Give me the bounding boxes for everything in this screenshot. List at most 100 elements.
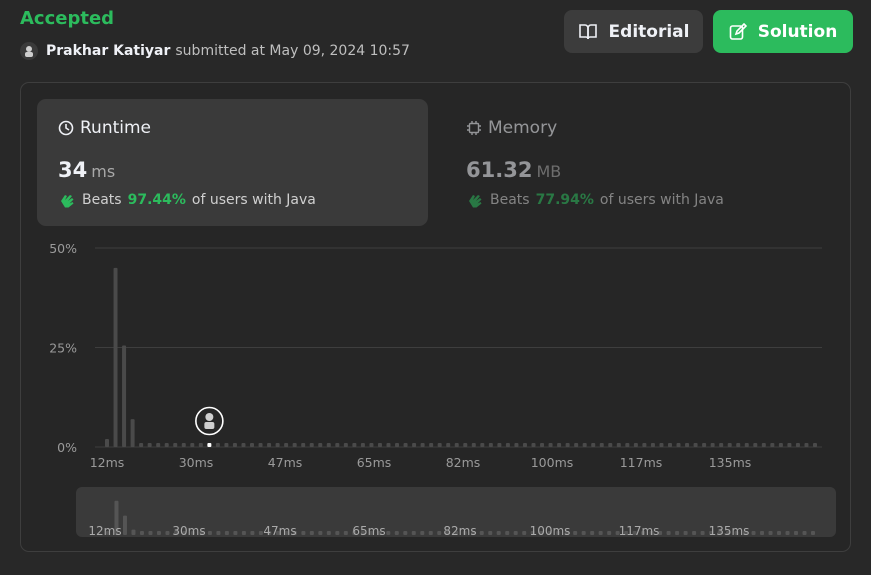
mini-bar [207,531,212,535]
chart-bar [804,443,809,447]
mini-bar [505,531,510,535]
chart-bar [633,443,638,447]
chart-bar [181,443,186,447]
mini-bar [148,531,153,535]
chart-bar [727,443,732,447]
mini-x-tick-label: 30ms [172,524,205,537]
chart-bar [625,443,630,447]
chart-bar [480,443,485,447]
x-tick-label: 135ms [709,455,752,470]
chart-bar [173,443,178,447]
chart-bar [412,443,417,447]
chart-bar [761,443,766,447]
chart-bar [156,443,161,447]
mini-bar [700,531,705,535]
mini-bar [751,531,756,535]
chart-bar [420,443,425,447]
mini-bar [581,531,586,535]
chart-bar [582,443,587,447]
marker-avatar-head [205,413,214,421]
chart-bar [139,443,144,447]
chart-bar [318,443,323,447]
mini-bar [250,531,255,535]
chart-bar [224,443,229,447]
mini-bar [573,531,578,535]
y-tick-label: 50% [49,241,77,256]
mini-bar [241,531,246,535]
chart-bar [326,443,331,447]
chart-bar [497,443,502,447]
chart-bar [650,443,655,447]
chart-bar [360,443,365,447]
y-tick-label: 0% [57,440,77,455]
chart-bar [113,267,118,447]
chart-bar [105,439,109,447]
mini-x-tick-label: 135ms [709,524,750,537]
mini-bar [403,531,408,535]
mini-bar [318,531,323,535]
chart-bar [301,443,306,447]
marker-avatar-body [204,422,215,429]
chart-bar [429,443,434,447]
chart-bar [787,443,792,447]
chart-bar [292,443,297,447]
x-tick-label: 117ms [620,455,663,470]
x-tick-label: 47ms [268,455,303,470]
range-selector[interactable]: 12ms 30ms 47ms 65ms 82ms 100ms 117ms 135ms [76,487,836,537]
chart-bar [685,443,690,447]
chart-bar [778,443,783,447]
chart-bar [642,443,647,447]
chart-bar [122,345,127,447]
user-marker [195,406,224,436]
chart-bar [736,443,741,447]
mini-bar [437,531,442,535]
mini-bar [811,531,815,535]
chart-bar [505,443,510,447]
mini-bar [233,531,238,535]
x-tick-label: 30ms [179,455,214,470]
chart-bar [565,443,570,447]
chart-bar [719,443,724,447]
mini-bar [479,531,484,535]
mini-x-tick-label: 12ms [88,524,121,537]
chart-bar [693,443,698,447]
mini-bar [309,531,314,535]
chart-bar [215,443,220,447]
mini-bar [496,531,501,535]
x-tick-label: 65ms [357,455,392,470]
runtime-distribution-chart[interactable]: 0% 25% 50% 12ms 30ms 47ms 65ms 82ms 100ms 117ms 13… [0,0,871,480]
mini-bar [768,531,773,535]
mini-bar [760,531,765,535]
mini-bar [692,531,697,535]
mini-bar [420,531,425,535]
chart-bar [395,443,400,447]
mini-bar [794,531,799,535]
mini-bar [411,531,416,535]
chart-bar [770,443,775,447]
chart-bar [463,443,468,447]
chart-bar [250,443,255,447]
mini-x-tick-label: 82ms [443,524,476,537]
mini-bar [258,531,263,535]
chart-bar [488,443,493,447]
chart-bar [710,443,715,447]
x-tick-label: 12ms [90,455,125,470]
chart-bar [540,443,545,447]
mini-bar [394,531,399,535]
mini-bar [156,531,161,535]
mini-bar [131,529,136,535]
chart-bar [753,443,758,447]
mini-bar [513,531,518,535]
mini-bar [683,531,688,535]
chart-bar [659,443,664,447]
chart-bar [190,443,195,447]
chart-bar [207,443,212,447]
mini-bar [522,531,527,535]
mini-bar [165,531,170,535]
chart-bar [267,443,272,447]
mini-bar [785,531,790,535]
chart-bar [557,443,562,447]
chart-bar [343,443,348,447]
chart-bar [386,443,391,447]
chart-bar [608,443,613,447]
